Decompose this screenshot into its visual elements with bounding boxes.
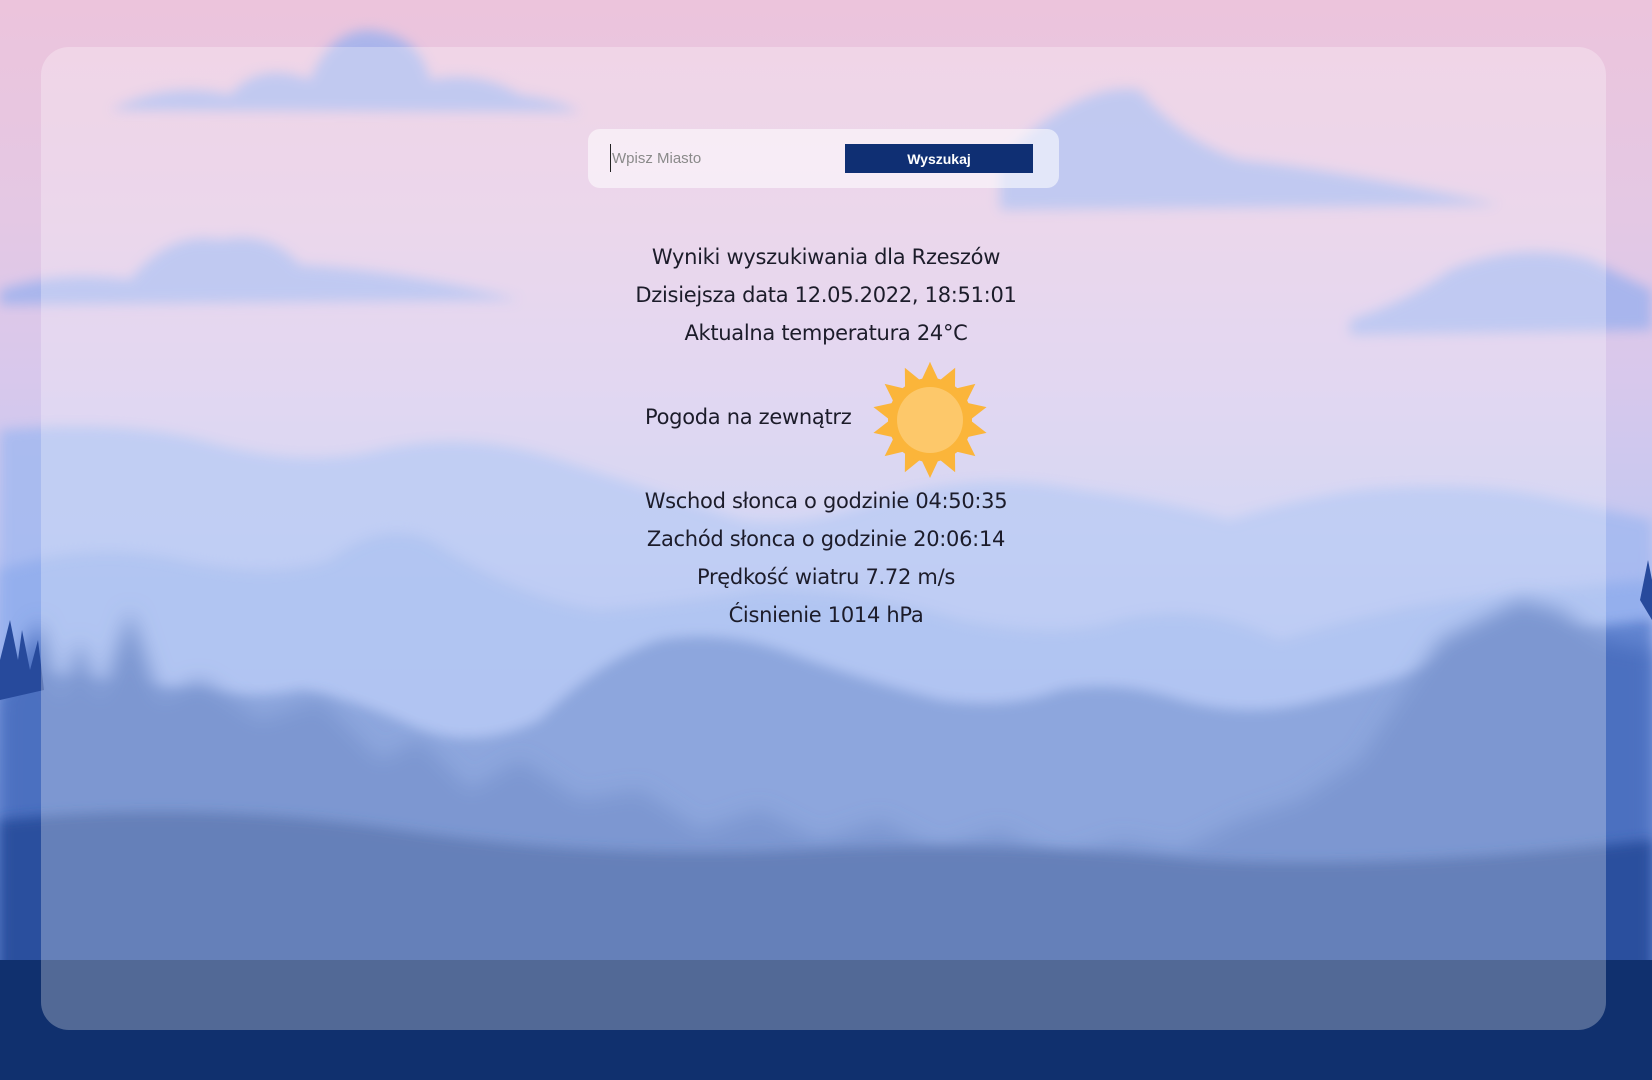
search-button[interactable]: Wyszukaj [845, 144, 1033, 173]
results-heading: Wyniki wyszukiwania dla Rzeszów [651, 245, 1001, 269]
sunrise-time: Wschod słonca o godzinie 04:50:35 [644, 489, 1008, 513]
search-bar: Wyszukaj [588, 129, 1059, 188]
sunset-time: Zachód słonca o godzinie 20:06:14 [646, 527, 1006, 551]
pressure: Ćisnienie 1014 hPa [728, 603, 924, 627]
wind-speed: Prędkość wiatru 7.72 m/s [696, 565, 956, 589]
weather-label: Pogoda na zewnątrz [645, 405, 852, 429]
current-temperature: Aktualna temperatura 24°C [684, 321, 968, 345]
current-date: Dzisiejsza data 12.05.2022, 18:51:01 [635, 283, 1017, 307]
sun-icon [873, 362, 987, 478]
city-search-input[interactable] [610, 144, 832, 172]
